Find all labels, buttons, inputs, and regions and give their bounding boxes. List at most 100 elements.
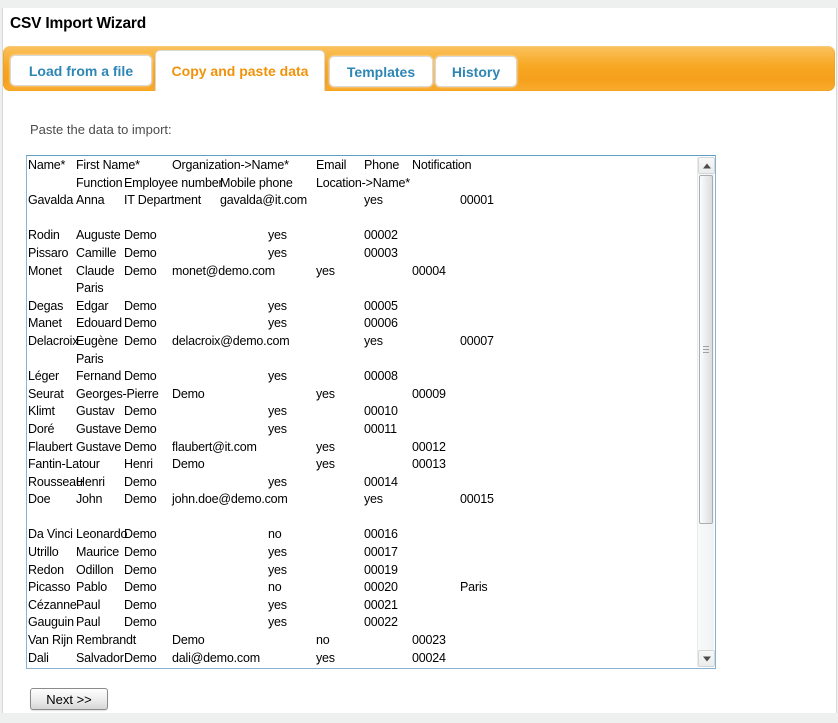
paste-cell: yes — [268, 227, 287, 245]
paste-cell: 00013 — [412, 456, 446, 474]
scrollbar-thumb[interactable] — [699, 175, 713, 524]
paste-cell: Gustave — [76, 439, 121, 457]
paste-cell: 00015 — [460, 491, 494, 509]
paste-textarea-content[interactable]: Name*First Name*Organization->Name*Email… — [28, 157, 697, 667]
paste-cell: Henri — [124, 456, 153, 474]
paste-cell: delacroix@demo.com — [172, 333, 289, 351]
vertical-scrollbar[interactable] — [697, 157, 714, 667]
paste-cell: Demo — [124, 333, 157, 351]
tab-load-from-a-file[interactable]: Load from a file — [10, 55, 152, 86]
scroll-up-button[interactable] — [698, 157, 715, 174]
paste-cell: 00001 — [460, 192, 494, 210]
paste-cell: Claude — [76, 263, 114, 281]
paste-cell: 00012 — [412, 439, 446, 457]
paste-cell: Employee number — [124, 175, 222, 193]
paste-cell: Demo — [124, 491, 157, 509]
tab-templates[interactable]: Templates — [329, 56, 433, 87]
paste-cell: Leonardo — [76, 526, 127, 544]
paste-cell: Gavalda — [28, 192, 73, 210]
paste-cell: gavalda@it.com — [220, 192, 307, 210]
paste-row: Fantin-Latour Henri Demo yes 00013 — [28, 456, 697, 474]
paste-cell: IT Department — [124, 192, 201, 210]
paste-cell: yes — [268, 245, 287, 263]
paste-cell: 00004 — [412, 263, 446, 281]
paste-cell: Maurice — [76, 544, 119, 562]
paste-cell: Da Vinci — [28, 526, 73, 544]
paste-cell: Demo — [124, 650, 157, 667]
paste-cell: Eugène — [76, 333, 118, 351]
paste-cell: Demo — [124, 298, 157, 316]
paste-cell: Dali — [28, 650, 49, 667]
paste-cell: Function — [76, 175, 122, 193]
paste-cell: 00002 — [364, 227, 398, 245]
paste-cell: Demo — [172, 456, 205, 474]
paste-cell: Fantin-Latour — [28, 456, 100, 474]
paste-cell: yes — [268, 368, 287, 386]
paste-cell: Gustav — [76, 403, 114, 421]
scroll-down-button[interactable] — [698, 650, 715, 667]
paste-cell: no — [268, 526, 282, 544]
paste-cell: Klimt — [28, 403, 55, 421]
paste-cell: Paul — [76, 597, 100, 615]
paste-cell: Henri — [76, 474, 105, 492]
paste-row: DelacroixEugène Demo delacroix@demo.com yes… — [28, 333, 697, 351]
paste-cell: 00020 — [364, 579, 398, 597]
paste-cell: 00017 — [364, 544, 398, 562]
paste-cell: Demo — [124, 421, 157, 439]
paste-row: FunctionEmployee numberMobile phoneLocat… — [28, 175, 697, 193]
paste-cell: Picasso — [28, 579, 70, 597]
paste-row: DegasEdgarDemoyes00005 — [28, 298, 697, 316]
paste-cell: yes — [316, 439, 335, 457]
paste-cell: Demo — [124, 526, 157, 544]
next-button[interactable]: Next >> — [30, 688, 108, 710]
paste-cell: 00009 — [412, 386, 446, 404]
paste-cell: Gauguin — [28, 614, 74, 632]
paste-cell: flaubert@it.com — [172, 439, 257, 457]
tab-history[interactable]: History — [435, 56, 517, 87]
tab-copy-and-paste-data[interactable]: Copy and paste data — [155, 50, 325, 91]
paste-row: UtrilloMauriceDemoyes00017 — [28, 544, 697, 562]
paste-cell: Demo — [124, 597, 157, 615]
paste-cell: Demo — [124, 439, 157, 457]
paste-cell: Name* — [28, 157, 65, 175]
paste-row — [28, 509, 697, 527]
paste-cell: Auguste — [76, 227, 120, 245]
paste-cell: Email — [316, 157, 346, 175]
paste-cell: Anna — [76, 192, 104, 210]
paste-cell: 00011 — [364, 421, 397, 439]
paste-cell: yes — [316, 650, 335, 667]
paste-row — [28, 210, 697, 228]
scroll-up-arrow-icon — [703, 163, 711, 168]
paste-row: FlaubertGustaveDemo flaubert@it.com yes 000… — [28, 439, 697, 457]
paste-cell: Cézanne — [28, 597, 77, 615]
paste-cell: no — [316, 632, 330, 650]
paste-row: Paris — [28, 351, 697, 369]
paste-cell: Delacroix — [28, 333, 78, 351]
paste-cell: 00021 — [364, 597, 398, 615]
paste-row: KlimtGustavDemoyes00010 — [28, 403, 697, 421]
paste-cell: Utrillo — [28, 544, 59, 562]
paste-cell: Léger — [28, 368, 59, 386]
paste-cell: yes — [268, 298, 287, 316]
paste-cell: yes — [364, 491, 383, 509]
paste-cell: Location->Name* — [316, 175, 410, 193]
paste-row: Paris — [28, 280, 697, 298]
paste-cell: Demo — [124, 315, 157, 333]
paste-cell: yes — [268, 403, 287, 421]
paste-row: CézannePaul Demo yes 00021 — [28, 597, 697, 615]
paste-textarea[interactable]: Name*First Name*Organization->Name*Email… — [26, 155, 716, 669]
paste-row: GauguinPaulDemoyes00022 — [28, 614, 697, 632]
paste-row: Van RijnRembrandtDemono00023 — [28, 632, 697, 650]
paste-cell: Paris — [76, 280, 103, 298]
paste-cell: yes — [316, 456, 335, 474]
paste-cell: yes — [268, 597, 287, 615]
paste-cell: Demo — [124, 562, 157, 580]
paste-cell: yes — [268, 614, 287, 632]
paste-cell: yes — [364, 333, 383, 351]
paste-cell: Demo — [172, 386, 205, 404]
paste-cell: Manet — [28, 315, 62, 333]
paste-cell: yes — [364, 192, 383, 210]
paste-row: DoréGustaveDemoyes00011 — [28, 421, 697, 439]
paste-cell: Demo — [172, 632, 205, 650]
paste-cell: Flaubert — [28, 439, 72, 457]
